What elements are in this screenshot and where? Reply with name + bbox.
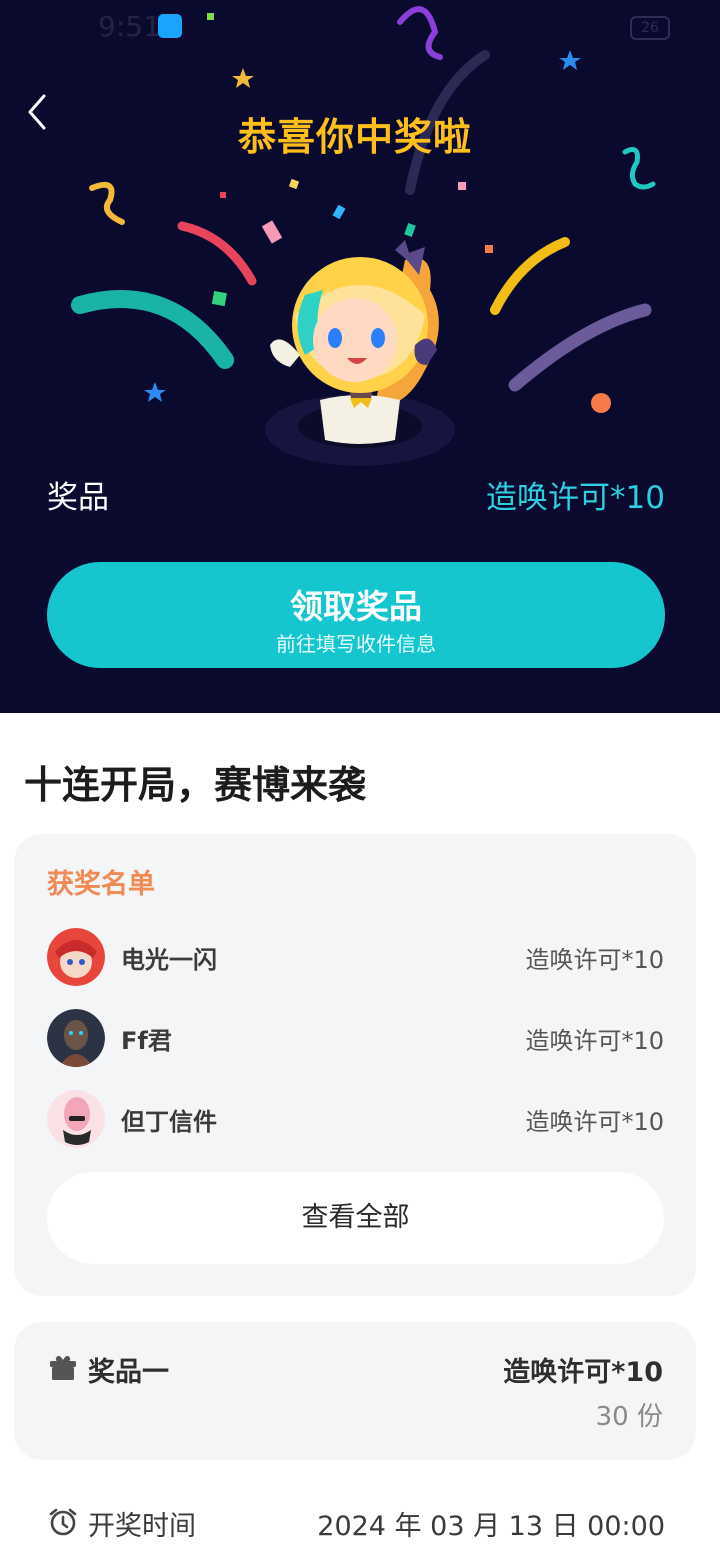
winner-prize: 造唤许可*10 [525, 946, 664, 974]
winners-card: 获奖名单 电光一闪 造唤许可*10 Ff君 造唤许可*10 但丁信件 造唤许可*… [14, 834, 696, 1296]
prize-count: 30 份 [595, 1402, 663, 1432]
prize-label: 奖品 [47, 480, 109, 516]
winners-heading: 获奖名单 [47, 869, 155, 900]
winner-prize: 造唤许可*10 [525, 1027, 664, 1055]
claim-prize-subtitle: 前往填写收件信息 [276, 632, 436, 656]
alarm-clock-icon [49, 1508, 77, 1536]
draw-time-label: 开奖时间 [88, 1511, 196, 1542]
prize-name: 奖品一 [88, 1357, 169, 1388]
gift-icon [50, 1355, 76, 1380]
winner-name: 但丁信件 [121, 1108, 217, 1136]
prize-info-card: 奖品一 造唤许可*10 30 份 [14, 1322, 696, 1460]
draw-time-row: 开奖时间 2024 年 03 月 13 日 00:00 [47, 1500, 665, 1544]
draw-time-value: 2024 年 03 月 13 日 00:00 [317, 1511, 665, 1542]
avatar [47, 1090, 105, 1148]
winner-name: Ff君 [121, 1027, 172, 1055]
claim-prize-button[interactable]: 领取奖品 前往填写收件信息 [47, 562, 665, 668]
prize-value: 造唤许可*10 [503, 1357, 663, 1388]
winner-row: 电光一闪 造唤许可*10 [47, 928, 664, 986]
prize-hero: 9:51 26 恭喜你中奖啦 奖品 造唤许可*10 领取奖品 前往填写收件信息 [0, 0, 720, 713]
view-all-button[interactable]: 查看全部 [47, 1172, 664, 1264]
won-prize-row: 奖品 造唤许可*10 [47, 472, 665, 516]
mascot-illustration [265, 240, 455, 466]
claim-prize-title: 领取奖品 [290, 587, 422, 626]
winner-name: 电光一闪 [121, 946, 217, 974]
winner-row: 但丁信件 造唤许可*10 [47, 1090, 664, 1148]
prize-value: 造唤许可*10 [486, 480, 665, 516]
winner-prize: 造唤许可*10 [525, 1108, 664, 1136]
avatar [47, 928, 105, 986]
congrats-title: 恭喜你中奖啦 [237, 115, 472, 159]
event-title: 十连开局，赛博来袭 [24, 763, 367, 807]
avatar [47, 1009, 105, 1067]
winner-row: Ff君 造唤许可*10 [47, 1009, 664, 1067]
